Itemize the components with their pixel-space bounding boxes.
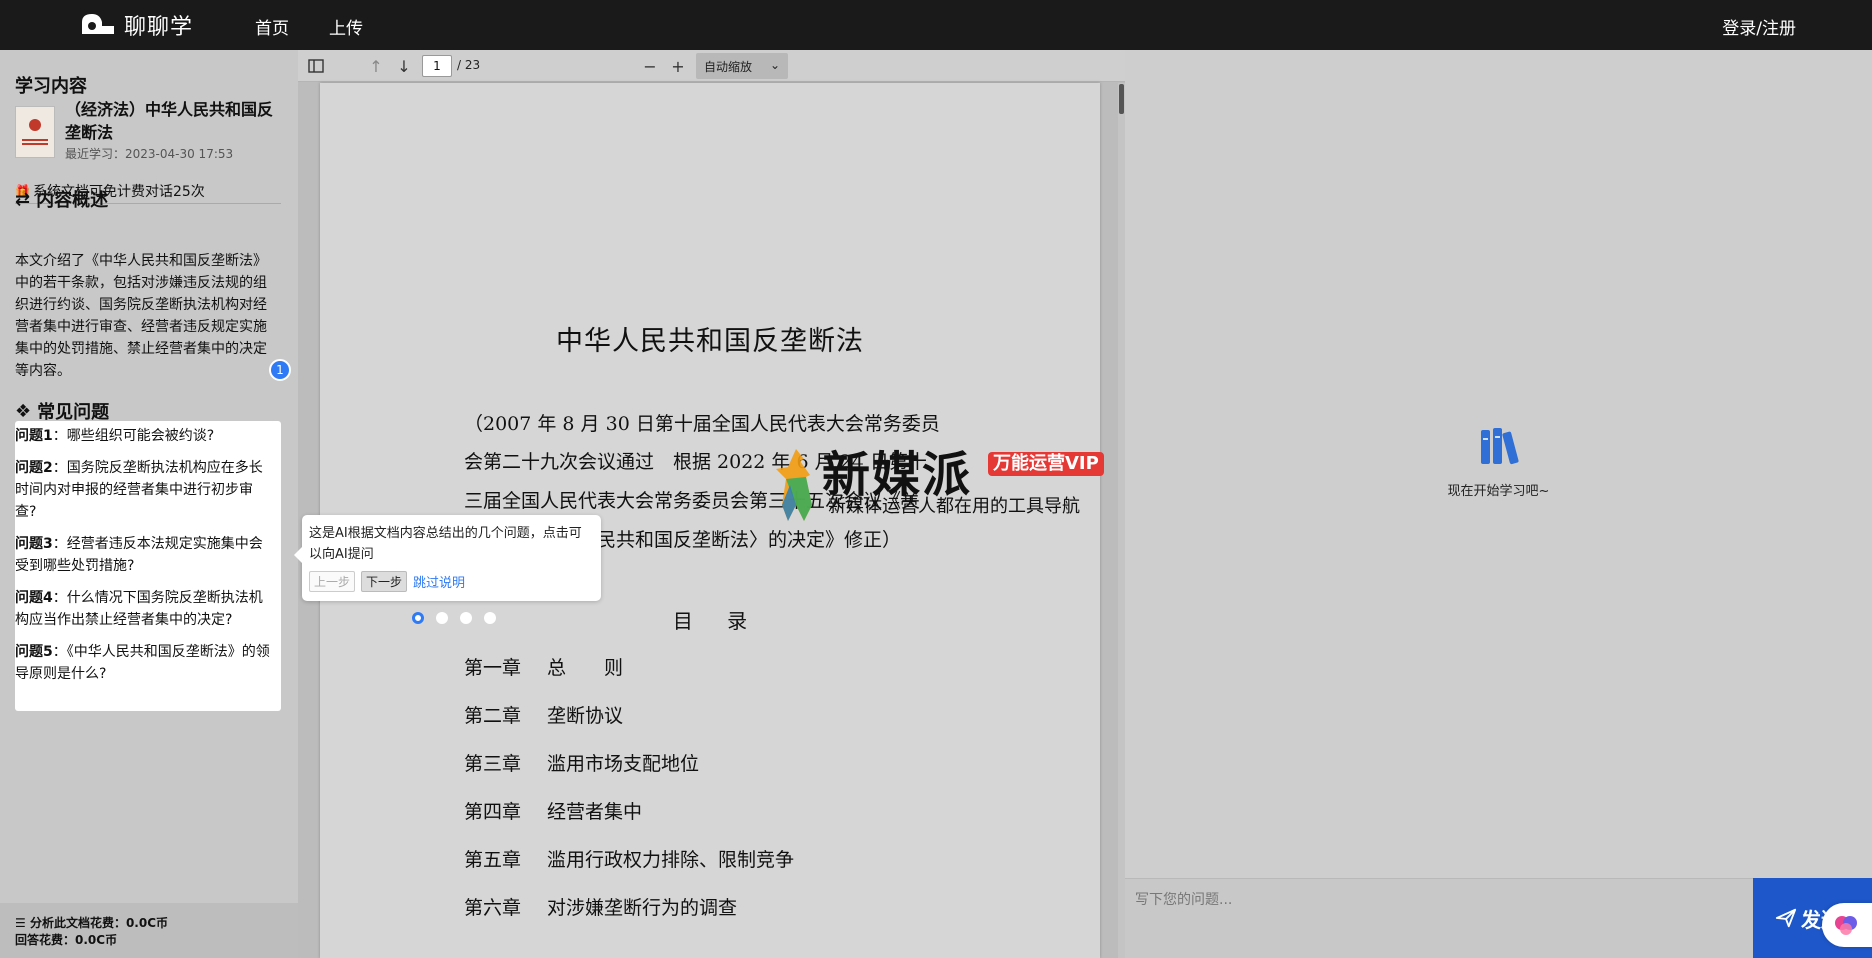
- guide-actions: 上一步 下一步 跳过说明: [309, 571, 594, 592]
- question-label: 问题4: [15, 590, 53, 606]
- toc-chapter-name: 总 则: [547, 657, 624, 679]
- toc-chapter: 第五章: [464, 849, 522, 871]
- sliders-icon: ☰: [15, 916, 26, 930]
- guide-text: 这是AI根据文档内容总结出的几个问题，点击可以向AI提问: [309, 526, 582, 562]
- toc-item: 第四章 经营者集中: [464, 797, 642, 824]
- cost-summary: ☰ 分析此文档花费：0.0C币 回答花费：0.0C币: [0, 903, 298, 958]
- summary-heading-text: 内容概述: [36, 190, 109, 211]
- paper-plane-icon: [1775, 908, 1797, 928]
- nav-home[interactable]: 首页: [255, 14, 289, 39]
- question-text: 《中华人民共和国反垄断法》的领导原则是什么?: [15, 644, 270, 682]
- toc-chapter-name: 经营者集中: [547, 801, 643, 823]
- answer-cost: 回答花费：0.0C币: [15, 933, 118, 947]
- nav-upload[interactable]: 上传: [329, 14, 363, 39]
- faq-card: 问题1：哪些组织可能会被约谈? 问题2：国务院反垄断执法机构应在多长时间内对申报…: [15, 421, 281, 711]
- top-nav-bar: 聊聊学 首页 上传 登录/注册: [0, 0, 1872, 50]
- zoom-select[interactable]: 自动缩放 ⌄: [696, 53, 788, 79]
- question-label: 问题5: [15, 644, 53, 660]
- watermark-vip-badge: 万能运营VIP: [988, 452, 1104, 476]
- faq-question-3[interactable]: 问题3：经营者违反本法规定实施集中会受到哪些处罚措施?: [15, 533, 281, 577]
- zoom-in-icon[interactable]: +: [667, 55, 689, 77]
- cubes-icon: ❖: [15, 400, 32, 422]
- zoom-value: 自动缩放: [704, 60, 753, 74]
- preface-line: （2007 年 8 月 30 日第十届全国人民代表大会常务委员: [464, 413, 940, 435]
- page-number-input[interactable]: 1: [422, 55, 452, 77]
- step-dot-3[interactable]: [460, 612, 472, 624]
- toc-item: 第六章 对涉嫌垄断行为的调查: [464, 893, 737, 920]
- previous-page-icon[interactable]: ↑: [365, 55, 387, 77]
- scrollbar-thumb[interactable]: [1119, 84, 1124, 114]
- question-label: 问题1: [15, 428, 53, 444]
- document-title: 中华人民共和国反垄断法: [556, 326, 864, 357]
- guide-prev-button[interactable]: 上一步: [309, 571, 356, 592]
- empty-state-text: 现在开始学习吧~: [1447, 484, 1550, 499]
- last-studied-time: 最近学习：2023-04-30 17:53: [65, 147, 234, 161]
- logo[interactable]: 聊聊学: [80, 11, 194, 40]
- toc-chapter-name: 对涉嫌垄断行为的调查: [547, 897, 738, 919]
- question-text: 经营者违反本法规定实施集中会受到哪些处罚措施?: [15, 536, 263, 574]
- toc-item: 第二章 垄断协议: [464, 701, 623, 728]
- summary-text: 本文介绍了《中华人民共和国反垄断法》中的若干条款，包括对涉嫌违反法规的组织进行约…: [15, 253, 267, 379]
- question-text: 什么情况下国务院反垄断执法机构应当作出禁止经营者集中的决定?: [15, 590, 263, 628]
- document-thumbnail[interactable]: [15, 106, 55, 158]
- guide-next-button[interactable]: 下一步: [361, 571, 408, 592]
- next-page-icon[interactable]: ↓: [393, 55, 415, 77]
- toc-chapter: 第六章: [464, 897, 522, 919]
- chevron-down-icon: ⌄: [769, 58, 780, 72]
- question-text: 国务院反垄断执法机构应在多长时间内对申报的经营者集中进行初步审查?: [15, 460, 263, 520]
- step-dot-4[interactable]: [484, 612, 496, 624]
- page-total: / 23: [457, 58, 481, 72]
- repeat-icon: ⇄: [15, 188, 31, 210]
- logo-text: 聊聊学: [124, 15, 194, 40]
- toc-item: 第一章 总 则: [464, 653, 623, 680]
- toc-item: 第三章 滥用市场支配地位: [464, 749, 699, 776]
- login-register-link[interactable]: 登录/注册: [1722, 14, 1796, 39]
- toc-item: 第五章 滥用行政权力排除、限制竞争: [464, 845, 794, 872]
- faq-question-4[interactable]: 问题4：什么情况下国务院反垄断执法机构应当作出禁止经营者集中的决定?: [15, 587, 281, 631]
- question-label: 问题2: [15, 460, 53, 476]
- analysis-cost: ☰ 分析此文档花费：0.0C币: [15, 915, 283, 932]
- toc-chapter: 第一章: [464, 657, 522, 679]
- guide-skip-link[interactable]: 跳过说明: [413, 572, 465, 591]
- toc-chapter: 第四章: [464, 801, 522, 823]
- mascot-logo-icon: [776, 449, 812, 521]
- toc-chapter-name: 垄断协议: [547, 705, 624, 727]
- guide-step-badge: 1: [269, 359, 291, 381]
- faq-question-1[interactable]: 问题1：哪些组织可能会被约谈?: [15, 425, 281, 447]
- toc-chapter: 第二章: [464, 705, 522, 727]
- question-label: 问题3: [15, 536, 53, 552]
- sidebar-toggle-icon[interactable]: [305, 55, 327, 77]
- learning-sidebar: 学习内容 （经济法）中华人民共和国反垄断法 最近学习：2023-04-30 17…: [0, 50, 298, 958]
- step-dot-2[interactable]: [436, 612, 448, 624]
- chat-panel: 现在开始学习吧~ 写下您的问题... 发送: [1125, 50, 1872, 958]
- faq-question-5[interactable]: 问题5：《中华人民共和国反垄断法》的领导原则是什么?: [15, 641, 281, 685]
- books-icon: [1481, 428, 1519, 465]
- toc-chapter: 第三章: [464, 753, 522, 775]
- pdf-toolbar: ↑ ↓ 1 / 23 − + 自动缩放 ⌄: [298, 50, 1125, 82]
- zoom-out-icon[interactable]: −: [639, 55, 661, 77]
- summary-heading: ⇄ 内容概述: [15, 186, 108, 212]
- step-dot-1[interactable]: [412, 612, 424, 624]
- ai-assistant-button[interactable]: [1822, 903, 1872, 947]
- watermark: 新媒派 万能运营VIP 新媒体运营人都在用的工具导航: [760, 435, 1115, 525]
- learning-content-title: 学习内容: [15, 76, 87, 97]
- logo-icon: [82, 14, 114, 34]
- analysis-cost-text: 分析此文档花费：0.0C币: [29, 916, 169, 930]
- toc-chapter-name: 滥用市场支配地位: [547, 753, 700, 775]
- question-text: 哪些组织可能会被约谈?: [66, 428, 215, 444]
- toc-chapter-name: 滥用行政权力排除、限制竞争: [547, 849, 795, 871]
- guide-step-dots: [412, 612, 508, 624]
- document-name[interactable]: （经济法）中华人民共和国反垄断法: [65, 98, 285, 144]
- watermark-subtitle: 新媒体运营人都在用的工具导航: [828, 496, 1080, 517]
- guide-popover: 这是AI根据文档内容总结出的几个问题，点击可以向AI提问 上一步 下一步 跳过说…: [294, 515, 601, 601]
- faq-question-2[interactable]: 问题2：国务院反垄断执法机构应在多长时间内对申报的经营者集中进行初步审查?: [15, 457, 281, 523]
- vertical-scrollbar[interactable]: [1118, 83, 1125, 958]
- question-input[interactable]: 写下您的问题...: [1125, 878, 1753, 958]
- brain-icon: [1835, 916, 1857, 935]
